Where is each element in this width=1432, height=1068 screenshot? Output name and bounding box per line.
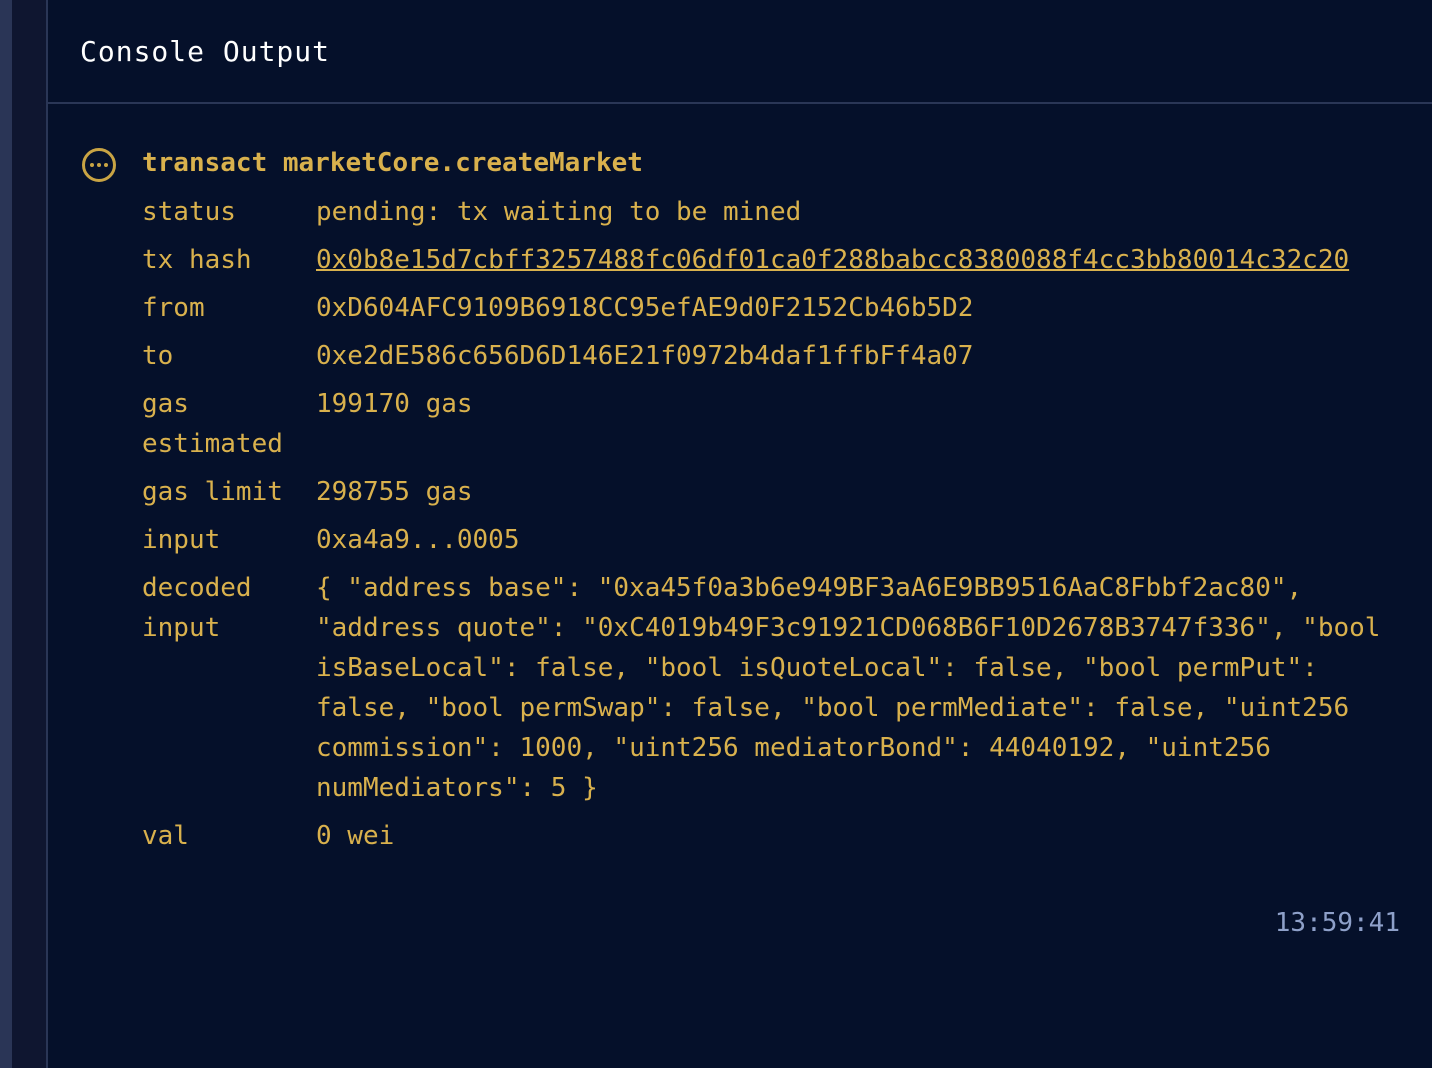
detail-key: val — [142, 821, 189, 851]
panel-title: Console Output — [80, 35, 331, 68]
detail-row-from: from 0xD604AFC9109B6918CC95efAE9d0F2152C… — [142, 288, 1412, 328]
detail-row-val: val 0 wei — [142, 816, 1412, 856]
tx-hash-link[interactable]: 0x0b8e15d7cbff3257488fc06df01ca0f288babc… — [316, 240, 1412, 280]
more-dots-icon[interactable] — [82, 148, 116, 182]
detail-row-gas-limit: gas limit 298755 gas — [142, 472, 1412, 512]
detail-key: decoded input — [142, 573, 252, 643]
detail-key: from — [142, 293, 205, 323]
detail-key: gas estimated — [142, 389, 283, 459]
detail-value: 0xa4a9...0005 — [316, 525, 520, 555]
detail-key: to — [142, 341, 174, 371]
left-gutter — [12, 0, 46, 1068]
detail-value: 0 wei — [316, 821, 395, 851]
panel-header: Console Output — [48, 0, 1432, 104]
transaction-title: transact marketCore.createMarket — [142, 148, 643, 178]
console-panel: Console Output transact marketCore.creat… — [46, 0, 1432, 1068]
detail-value: 199170 gas — [316, 389, 473, 419]
detail-key: gas limit — [142, 477, 283, 507]
detail-row-tx-hash: tx hash 0x0b8e15d7cbff3257488fc06df01ca0… — [142, 240, 1412, 280]
detail-value: 0xD604AFC9109B6918CC95efAE9d0F2152Cb46b5… — [316, 293, 974, 323]
left-sidebar-edge — [0, 0, 12, 1068]
detail-key: status — [142, 197, 236, 227]
detail-row-input: input 0xa4a9...0005 — [142, 520, 1412, 560]
detail-row-status: status pending: tx waiting to be mined — [142, 192, 1412, 232]
detail-key: input — [142, 525, 221, 555]
detail-row-gas-estimated: gas estimated 199170 gas — [142, 384, 1412, 464]
transaction-details: status pending: tx waiting to be mined t… — [142, 192, 1412, 864]
detail-value: 0xe2dE586c656D6D146E21f0972b4daf1ffbFf4a… — [316, 341, 974, 371]
detail-key: tx hash — [142, 245, 252, 275]
detail-value: 298755 gas — [316, 477, 473, 507]
detail-value: { "address base": "0xa45f0a3b6e949BF3aA6… — [316, 573, 1381, 803]
detail-row-to: to 0xe2dE586c656D6D146E21f0972b4daf1ffbF… — [142, 336, 1412, 376]
detail-value: pending: tx waiting to be mined — [316, 197, 802, 227]
timestamp: 13:59:41 — [1274, 908, 1400, 938]
detail-row-decoded-input: decoded input { "address base": "0xa45f0… — [142, 568, 1412, 808]
